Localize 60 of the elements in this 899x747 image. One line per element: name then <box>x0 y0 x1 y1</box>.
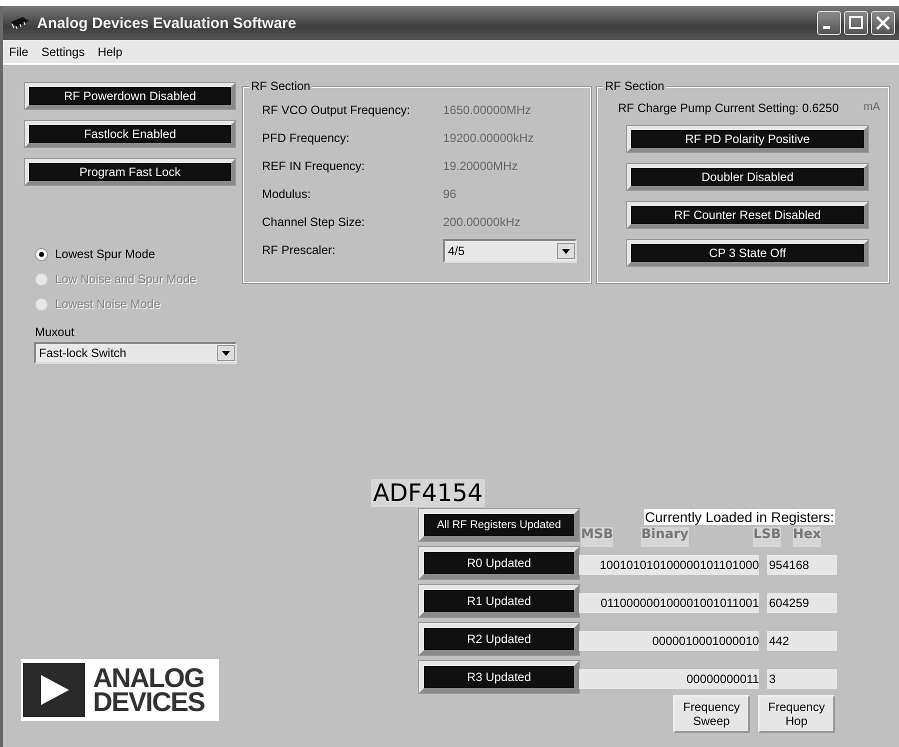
field-label: PFD Frequency: <box>262 131 350 145</box>
logo-text: DEVICES <box>93 690 205 714</box>
radio-label: Low Noise and Spur Mode <box>55 272 196 286</box>
status-button[interactable]: R2 Updated <box>419 623 579 655</box>
hex-field: 604259 <box>767 593 837 613</box>
muxout-dropdown[interactable]: Fast-lock Switch <box>34 342 237 364</box>
field-label: RF Prescaler: <box>262 243 336 257</box>
status-button[interactable]: RF PD Polarity Positive <box>627 126 868 152</box>
action-button[interactable]: Frequency Sweep <box>673 695 750 733</box>
group-title: RF Section <box>603 79 666 93</box>
field-value: 200.00000kHz <box>443 215 520 229</box>
status-button[interactable]: RF Counter Reset Disabled <box>627 202 868 228</box>
binary-field: 00000000011 <box>579 669 759 689</box>
registers-heading: Currently Loaded in Registers: <box>644 509 835 525</box>
hex-field: 954168 <box>767 555 837 575</box>
field-label: REF IN Frequency: <box>262 159 366 173</box>
binary-field: 011000000100001001011001 <box>579 593 759 613</box>
field-label: RF Charge Pump Current Setting: 0.6250 <box>618 101 839 115</box>
device-label: ADF4154 <box>371 479 485 507</box>
menu-item[interactable]: File <box>9 44 28 58</box>
hex-field: 442 <box>767 631 837 651</box>
status-button[interactable]: Doubler Disabled <box>627 164 868 190</box>
action-button[interactable]: Frequency Hop <box>758 695 835 733</box>
status-button[interactable]: Fastlock Enabled <box>25 121 235 147</box>
group-title: RF Section <box>249 79 312 93</box>
minimize-icon[interactable] <box>817 11 841 35</box>
field-value: 96 <box>443 187 456 201</box>
hex-field: 3 <box>767 669 837 689</box>
close-icon[interactable] <box>871 11 895 35</box>
menu-item[interactable]: Help <box>98 44 122 58</box>
column-header: Hex <box>792 527 821 547</box>
binary-field: 100101010100000101101000 <box>579 555 759 575</box>
logo-text: ANALOG <box>93 666 204 690</box>
status-button[interactable]: CP 3 State Off <box>627 240 868 266</box>
chip-icon <box>9 15 31 31</box>
prescaler-dropdown[interactable]: 4/5 <box>443 239 577 263</box>
maximize-icon[interactable] <box>844 11 868 35</box>
field-label: Muxout <box>35 325 76 339</box>
status-button[interactable]: All RF Registers Updated <box>419 509 579 541</box>
column-header: LSB <box>753 527 781 547</box>
unit-label: mA <box>864 101 880 115</box>
field-value: 1650.00000MHz <box>443 103 532 117</box>
radio-label: Lowest Noise Mode <box>55 297 160 311</box>
field-value: 19200.00000kHz <box>443 131 534 145</box>
window-title: Analog Devices Evaluation Software <box>37 14 296 32</box>
field-label: Channel Step Size: <box>262 215 366 229</box>
field-value: 19.20000MHz <box>443 159 518 173</box>
radio-label: Lowest Spur Mode <box>55 247 156 261</box>
menu-item[interactable]: Settings <box>41 44 85 58</box>
field-label: RF VCO Output Frequency: <box>262 103 412 117</box>
radio-button[interactable] <box>35 248 48 260</box>
field-label: Modulus: <box>262 187 312 201</box>
column-header: Binary <box>641 527 688 547</box>
status-button[interactable]: Program Fast Lock <box>25 159 235 185</box>
status-button[interactable]: RF Powerdown Disabled <box>25 83 235 109</box>
status-button[interactable]: R0 Updated <box>419 547 579 579</box>
status-button[interactable]: R3 Updated <box>419 661 579 693</box>
binary-field: 0000010001000010 <box>579 631 759 651</box>
status-button[interactable]: R1 Updated <box>419 585 579 617</box>
column-header: MSB <box>581 527 614 547</box>
